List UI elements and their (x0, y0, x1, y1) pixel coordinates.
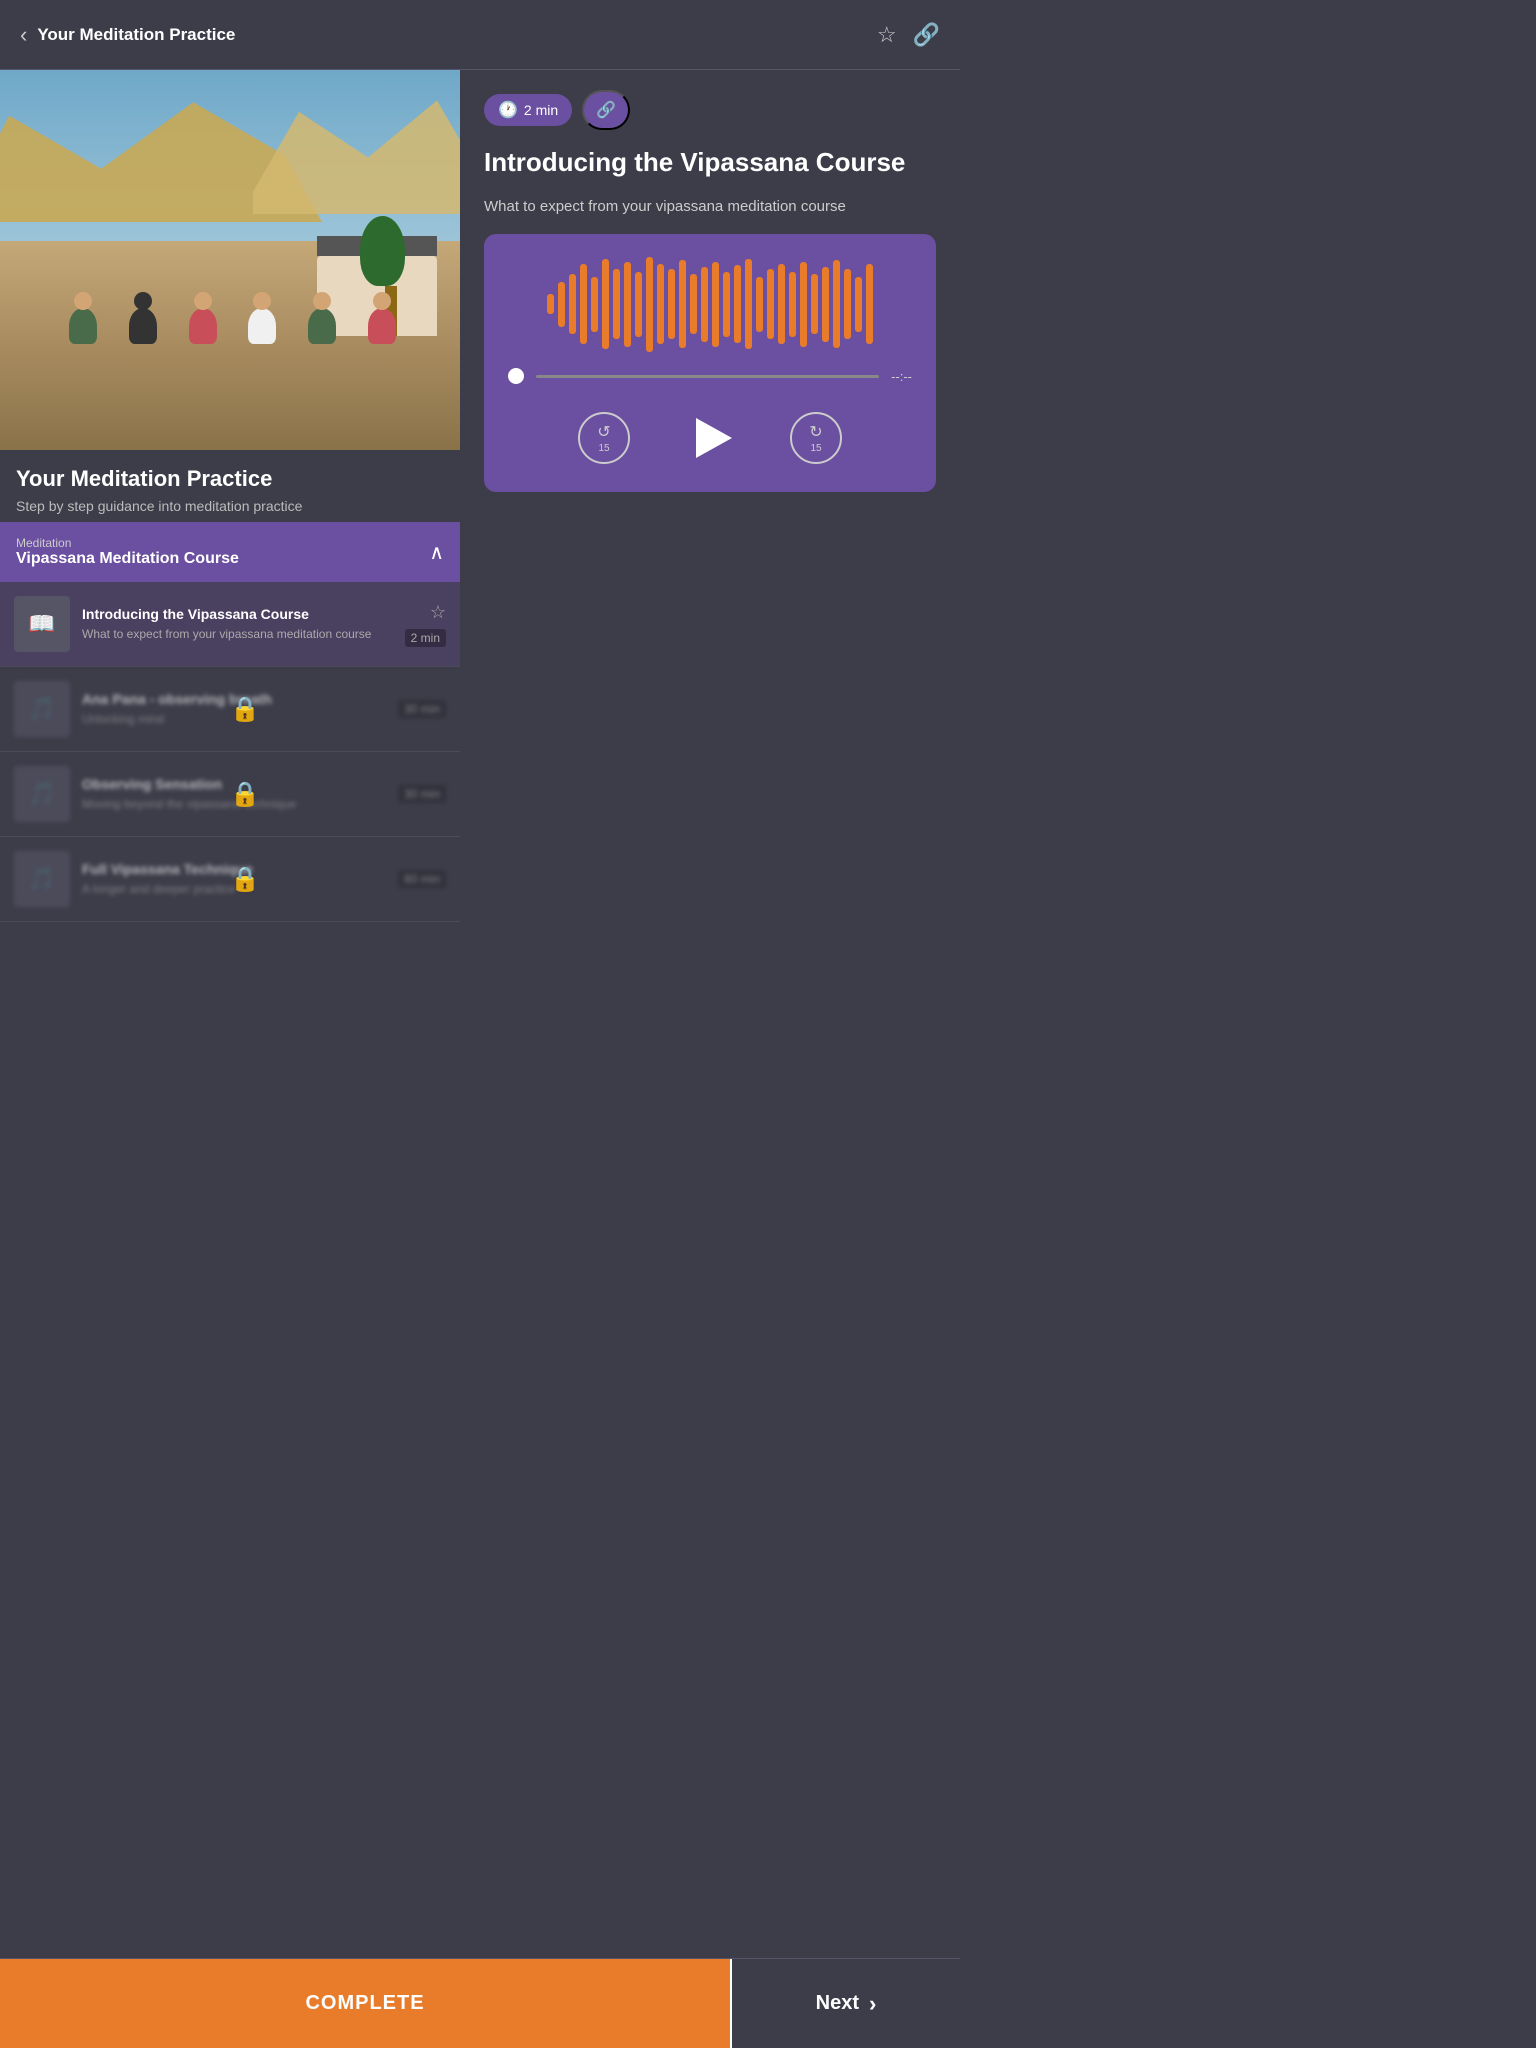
complete-button[interactable]: COMPLETE (0, 1959, 730, 2048)
item-duration: 2 min (405, 629, 446, 647)
share-button[interactable]: 🔗 (913, 22, 940, 48)
playlist-name: Vipassana Meditation Course (16, 550, 239, 568)
rewind-label: 15 (598, 443, 609, 454)
bookmark-button[interactable]: ☆ (877, 22, 897, 48)
course-image (0, 70, 460, 450)
wave-bar (789, 272, 796, 337)
wave-bar (690, 274, 697, 334)
wave-bar (580, 264, 587, 344)
wave-bar (734, 265, 741, 343)
left-panel: Your Meditation Practice Step by step gu… (0, 70, 460, 934)
course-title: Your Meditation Practice (16, 466, 444, 492)
progress-time: --:-- (891, 369, 912, 384)
duration-badge: 🕐 2 min (484, 94, 572, 126)
wave-bar (668, 269, 675, 339)
content-title: Introducing the Vipassana Course (484, 146, 936, 180)
item-duration: 30 min (398, 700, 446, 718)
header: ‹ Your Meditation Practice ☆ 🔗 (0, 0, 960, 70)
chevron-up-icon: ∧ (429, 540, 444, 565)
content-description: What to expect from your vipassana medit… (484, 196, 936, 219)
item-title: Introducing the Vipassana Course (82, 605, 393, 623)
item-thumbnail: 🎵 (14, 766, 70, 822)
next-button[interactable]: Next › (730, 1959, 960, 2048)
main-layout: Your Meditation Practice Step by step gu… (0, 70, 960, 934)
wave-bar (811, 274, 818, 334)
forward-label: 15 (810, 443, 821, 454)
audio-player: --:-- ↺ 15 ↻ 15 (484, 234, 936, 492)
header-icons: ☆ 🔗 (877, 22, 940, 48)
wave-bar (646, 257, 653, 352)
item-description: What to expect from your vipassana medit… (82, 627, 393, 643)
playlist-category: Meditation (16, 536, 239, 550)
player-controls: ↺ 15 ↻ 15 (508, 408, 912, 468)
rewind-button[interactable]: ↺ 15 (578, 412, 630, 464)
next-arrow-icon: › (869, 1991, 876, 2017)
meta-row: 🕐 2 min 🔗 (484, 90, 936, 130)
wave-bar (657, 264, 664, 344)
item-thumbnail: 🎵 (14, 851, 70, 907)
next-label: Next (816, 1992, 859, 2015)
favorite-icon[interactable]: ☆ (430, 602, 446, 623)
item-duration: 60 min (398, 870, 446, 888)
item-thumbnail: 📖 (14, 596, 70, 652)
wave-bar (558, 282, 565, 327)
wave-bar (624, 262, 631, 347)
right-panel: 🕐 2 min 🔗 Introducing the Vipassana Cour… (460, 70, 960, 934)
wave-bar (723, 272, 730, 337)
course-subtitle: Step by step guidance into meditation pr… (16, 498, 444, 514)
wave-bar (767, 269, 774, 339)
wave-bar (569, 274, 576, 334)
play-icon (696, 418, 732, 458)
wave-bar (778, 264, 785, 344)
back-button[interactable]: ‹ (20, 22, 27, 48)
wave-bar (613, 269, 620, 339)
playlist-item[interactable]: 🎵 Ana Pana - observing breath Unlocking … (0, 667, 460, 752)
clock-icon: 🕐 (498, 100, 518, 120)
wave-bar (745, 259, 752, 349)
wave-bar (679, 260, 686, 348)
wave-bar (866, 264, 873, 344)
playlist-item[interactable]: 🎵 Observing Sensation Moving beyond the … (0, 752, 460, 837)
header-left: ‹ Your Meditation Practice (20, 22, 235, 48)
wave-bar (844, 269, 851, 339)
wave-bar (602, 259, 609, 349)
playlist-item[interactable]: 🎵 Full Vipassana Technique A longer and … (0, 837, 460, 922)
wave-bar (701, 267, 708, 342)
wave-bar (635, 272, 642, 337)
wave-bar (547, 294, 554, 314)
link-button[interactable]: 🔗 (582, 90, 630, 130)
progress-bar[interactable] (536, 375, 879, 378)
wave-bar (756, 277, 763, 332)
playlist-section: Meditation Vipassana Meditation Course ∧… (0, 522, 460, 934)
course-info: Your Meditation Practice Step by step gu… (0, 450, 460, 522)
item-thumbnail: 🎵 (14, 681, 70, 737)
playlist-item[interactable]: 📖 Introducing the Vipassana Course What … (0, 582, 460, 667)
bottom-bar: COMPLETE Next › (0, 1958, 960, 2048)
wave-bar (800, 262, 807, 347)
duration-value: 2 min (524, 102, 558, 118)
playlist-header[interactable]: Meditation Vipassana Meditation Course ∧ (0, 522, 460, 582)
wave-bar (712, 262, 719, 347)
play-button[interactable] (680, 408, 740, 468)
wave-bar (591, 277, 598, 332)
progress-handle[interactable] (508, 368, 524, 384)
header-title: Your Meditation Practice (37, 25, 235, 45)
progress-row[interactable]: --:-- (508, 368, 912, 384)
item-duration: 30 min (398, 785, 446, 803)
wave-bar (833, 260, 840, 348)
forward-button[interactable]: ↻ 15 (790, 412, 842, 464)
wave-bar (855, 277, 862, 332)
playlist-items: 📖 Introducing the Vipassana Course What … (0, 582, 460, 922)
wave-bar (822, 267, 829, 342)
waveform (508, 264, 912, 344)
